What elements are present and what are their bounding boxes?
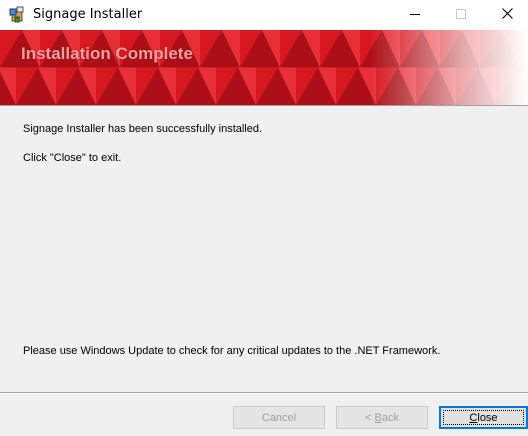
close-window-button[interactable] bbox=[484, 0, 528, 30]
installer-package-icon bbox=[9, 6, 25, 23]
exit-instruction: Click "Close" to exit. bbox=[23, 152, 122, 164]
back-button-label: < Back bbox=[365, 411, 399, 424]
cancel-button[interactable]: Cancel bbox=[233, 406, 325, 429]
focus-ring bbox=[443, 410, 524, 425]
cancel-button-label: Cancel bbox=[261, 411, 297, 424]
banner-pattern bbox=[0, 30, 528, 105]
maximize-icon bbox=[456, 6, 466, 24]
success-message: Signage Installer has been successfully … bbox=[23, 123, 263, 135]
minimize-button[interactable] bbox=[392, 0, 438, 30]
banner-title: Installation Complete bbox=[21, 44, 193, 63]
footer-separator bbox=[0, 392, 528, 394]
minimize-icon bbox=[410, 6, 420, 24]
back-button[interactable]: < Back bbox=[336, 406, 428, 429]
banner-divider bbox=[0, 105, 528, 106]
close-button[interactable]: Close bbox=[439, 406, 528, 429]
title-bar[interactable]: Signage Installer bbox=[0, 0, 528, 30]
installer-window: Signage Installer Installation Complete … bbox=[0, 0, 528, 436]
header-banner: Installation Complete bbox=[0, 30, 528, 105]
window-title: Signage Installer bbox=[33, 7, 143, 22]
maximize-button[interactable] bbox=[438, 0, 484, 30]
close-icon bbox=[501, 6, 513, 24]
update-notice: Please use Windows Update to check for a… bbox=[23, 345, 441, 357]
